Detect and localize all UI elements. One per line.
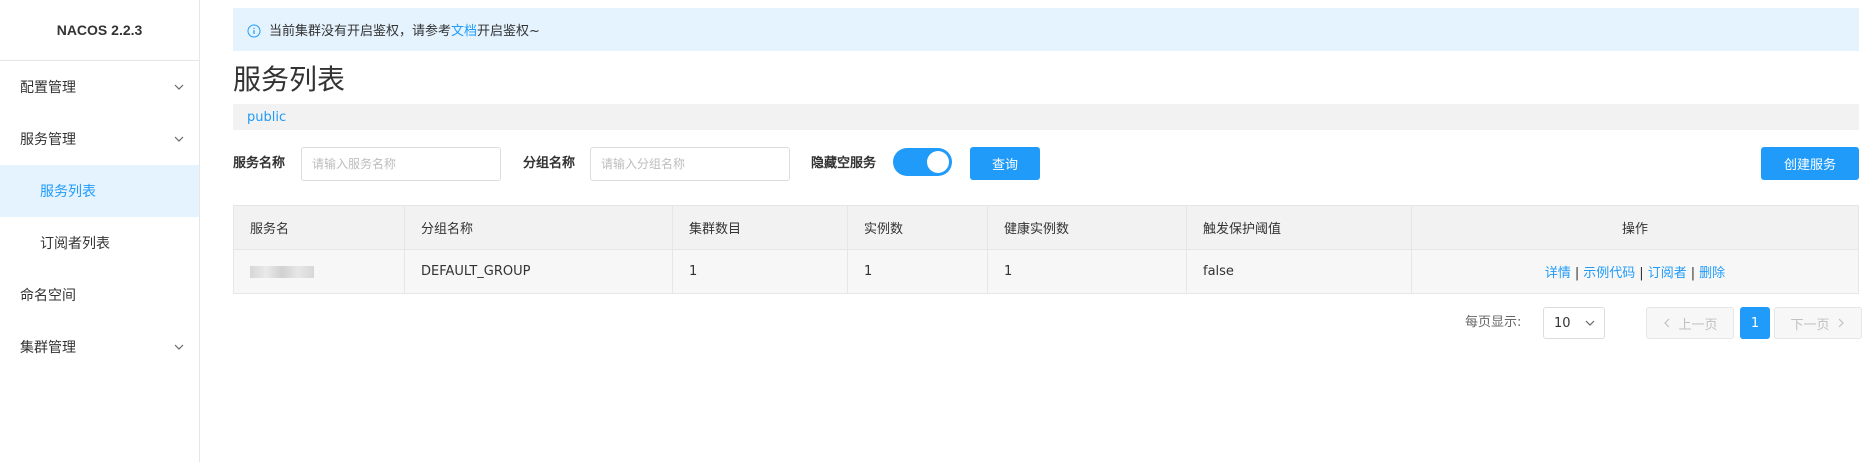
cell-operations: 详情 | 示例代码 | 订阅者 | 删除 (1411, 249, 1859, 294)
query-button[interactable]: 查询 (970, 147, 1040, 180)
redacted-service-name (250, 265, 314, 278)
chevron-down-icon (173, 341, 187, 355)
auth-notice: 当前集群没有开启鉴权，请参考 文档 开启鉴权~ (233, 8, 1859, 51)
column-header-instance-count: 实例数 (847, 205, 988, 250)
sidebar-item-label: 服务列表 (40, 184, 96, 200)
sidebar-item-label: 配置管理 (20, 80, 76, 96)
delete-link[interactable]: 删除 (1699, 266, 1725, 281)
prev-page-label: 上一页 (1678, 317, 1718, 333)
detail-link[interactable]: 详情 (1545, 266, 1571, 281)
sidebar-item-service-list[interactable]: 服务列表 (0, 165, 199, 217)
chevron-down-icon (173, 81, 187, 95)
column-header-protect-threshold: 触发保护阈值 (1186, 205, 1412, 250)
column-header-service-name: 服务名 (233, 205, 405, 250)
sidebar-item-label: 订阅者列表 (40, 236, 110, 252)
toggle-knob (927, 151, 949, 173)
chevron-down-icon (173, 133, 187, 147)
subscribers-link[interactable]: 订阅者 (1648, 266, 1687, 281)
sidebar-item-label: 集群管理 (20, 340, 76, 356)
hide-empty-label: 隐藏空服务 (811, 156, 877, 171)
page-title: 服务列表 (233, 63, 346, 96)
cell-service-name (233, 249, 405, 294)
separator: | (1690, 266, 1696, 281)
column-header-cluster-count: 集群数目 (672, 205, 848, 250)
group-name-label: 分组名称 (523, 156, 576, 171)
cell-healthy-count: 1 (987, 249, 1187, 294)
service-name-input[interactable] (301, 147, 501, 181)
page-size-select[interactable]: 10 (1543, 307, 1605, 339)
column-header-operations: 操作 (1411, 205, 1859, 250)
namespace-bar: public (233, 104, 1859, 130)
filter-bar: 服务名称 分组名称 隐藏空服务 查询 创建服务 (233, 147, 1859, 181)
brand-title: NACOS 2.2.3 (0, 0, 199, 61)
next-page-label: 下一页 (1790, 317, 1830, 333)
prev-page-button[interactable]: 上一页 (1646, 307, 1734, 339)
column-header-healthy-count: 健康实例数 (987, 205, 1187, 250)
next-page-button[interactable]: 下一页 (1774, 307, 1862, 339)
cell-instance-count: 1 (847, 249, 988, 294)
sidebar-item-config-management[interactable]: 配置管理 (0, 61, 199, 113)
page-size-value: 10 (1554, 315, 1571, 331)
hide-empty-toggle[interactable] (893, 148, 952, 176)
sidebar: NACOS 2.2.3 配置管理 服务管理 服务列表 订阅者列表 命名空间 集群… (0, 0, 200, 462)
notice-suffix: 开启鉴权~ (477, 24, 540, 39)
service-name-label: 服务名称 (233, 156, 286, 171)
sidebar-item-subscriber-list[interactable]: 订阅者列表 (0, 217, 199, 269)
notice-prefix: 当前集群没有开启鉴权，请参考 (269, 24, 452, 39)
docs-link[interactable]: 文档 (451, 20, 477, 39)
column-header-group-name: 分组名称 (404, 205, 673, 250)
sidebar-item-label: 服务管理 (20, 132, 76, 148)
page-number-current[interactable]: 1 (1740, 307, 1770, 339)
cell-cluster-count: 1 (672, 249, 848, 294)
separator: | (1574, 266, 1580, 281)
create-service-button[interactable]: 创建服务 (1761, 147, 1859, 180)
table-row: DEFAULT_GROUP 1 1 1 false 详情 | 示例代码 | 订阅者 | 删除 (233, 249, 1859, 294)
info-icon (247, 24, 261, 37)
chevron-down-icon (1584, 317, 1596, 333)
chevron-right-icon (1838, 318, 1844, 328)
cell-protect-threshold: false (1186, 249, 1412, 294)
sidebar-item-service-management[interactable]: 服务管理 (0, 113, 199, 165)
app: NACOS 2.2.3 配置管理 服务管理 服务列表 订阅者列表 命名空间 集群… (0, 0, 1863, 462)
service-table: 服务名 分组名称 集群数目 实例数 健康实例数 触发保护阈值 操作 DEFAUL… (233, 205, 1859, 294)
sidebar-item-label: 命名空间 (20, 288, 76, 304)
sidebar-item-namespace[interactable]: 命名空间 (0, 269, 199, 321)
table-header-row: 服务名 分组名称 集群数目 实例数 健康实例数 触发保护阈值 操作 (233, 205, 1859, 250)
separator: | (1639, 266, 1644, 281)
sidebar-item-cluster-management[interactable]: 集群管理 (0, 321, 199, 373)
chevron-left-icon (1664, 318, 1670, 328)
group-name-input[interactable] (590, 147, 790, 181)
page-size-label: 每页显示: (1465, 315, 1522, 330)
sample-code-link[interactable]: 示例代码 (1583, 266, 1635, 281)
namespace-public-link[interactable]: public (247, 110, 286, 125)
cell-group-name: DEFAULT_GROUP (404, 249, 673, 294)
